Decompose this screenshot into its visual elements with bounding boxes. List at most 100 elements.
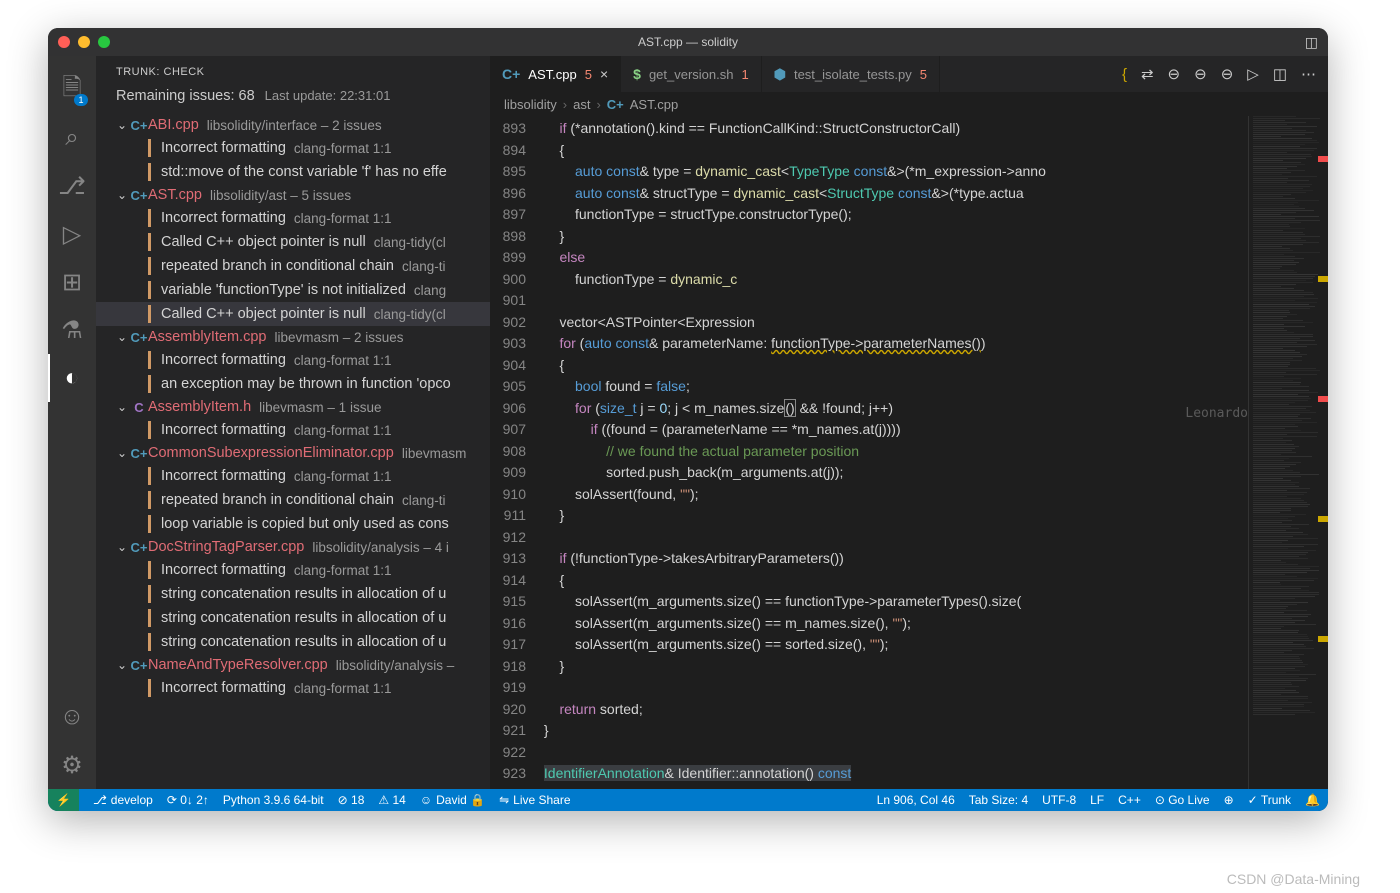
file-row[interactable]: ⌄C+CommonSubexpressionEliminator.cpplibe… <box>96 442 490 464</box>
problems-errors[interactable]: ⊘ 18 <box>338 793 365 807</box>
compare-icon[interactable]: ⇄ <box>1141 65 1154 83</box>
code-content[interactable]: if (*annotation().kind == FunctionCallKi… <box>540 116 1248 789</box>
issue-source: clang-format 1:1 <box>294 563 392 578</box>
issue-row[interactable]: Incorrect formattingclang-format 1:1 <box>96 136 490 160</box>
liveshare[interactable]: ⇋ Live Share <box>499 793 570 807</box>
issue-message: Incorrect formatting <box>161 680 286 696</box>
close-icon[interactable]: × <box>600 66 608 82</box>
settings-gear-icon[interactable]: ⚙ <box>48 741 96 789</box>
editor[interactable]: 8938948958968978988999009019029039049059… <box>490 116 1328 789</box>
severity-bar <box>148 585 151 603</box>
encoding[interactable]: UTF-8 <box>1042 793 1076 807</box>
issue-row[interactable]: string concatenation results in allocati… <box>96 606 490 630</box>
copilot-icon[interactable]: ⊕ <box>1224 793 1234 807</box>
issue-row[interactable]: variable 'functionType' is not initializ… <box>96 278 490 302</box>
issue-row[interactable]: string concatenation results in allocati… <box>96 582 490 606</box>
remaining-issues: Remaining issues: 68 <box>116 88 255 104</box>
issue-row[interactable]: loop variable is copied but only used as… <box>96 512 490 536</box>
nav-back-icon[interactable]: ⊖ <box>1168 65 1181 83</box>
file-row[interactable]: ⌄C+DocStringTagParser.cpplibsolidity/ana… <box>96 536 490 558</box>
issue-row[interactable]: Called C++ object pointer is nullclang-t… <box>96 302 490 326</box>
tab-size[interactable]: Tab Size: 4 <box>969 793 1028 807</box>
tab-label: AST.cpp <box>528 67 576 82</box>
python-interpreter[interactable]: Python 3.9.6 64-bit <box>223 793 324 807</box>
tab-badge: 5 <box>920 67 927 82</box>
chevron-right-icon: › <box>596 97 600 112</box>
file-row[interactable]: ⌄C+AssemblyItem.cpplibevmasm – 2 issues <box>96 326 490 348</box>
activity-bar: 🗎1 ⌕ ⎇ ▷ ⊞ ⚗ ◐ ☺ ⚙ <box>48 56 96 789</box>
source-control-icon[interactable]: ⎇ <box>48 162 96 210</box>
issue-message: std::move of the const variable 'f' has … <box>161 164 447 180</box>
breadcrumb-seg[interactable]: libsolidity <box>504 97 557 112</box>
nav-fwd-icon[interactable]: ⊖ <box>1194 65 1207 83</box>
issue-row[interactable]: Incorrect formattingclang-format 1:1 <box>96 418 490 442</box>
run-icon[interactable]: ▷ <box>1247 65 1259 83</box>
file-row[interactable]: ⌄C+AST.cpplibsolidity/ast – 5 issues <box>96 184 490 206</box>
issue-row[interactable]: repeated branch in conditional chainclan… <box>96 254 490 278</box>
issue-tree[interactable]: ⌄C+ABI.cpplibsolidity/interface – 2 issu… <box>96 114 490 789</box>
problems-warnings[interactable]: ⚠ 14 <box>378 793 405 807</box>
go-live[interactable]: ⊙ Go Live <box>1155 793 1210 807</box>
maximize-icon[interactable] <box>98 36 110 48</box>
issue-row[interactable]: Incorrect formattingclang-format 1:1 <box>96 676 490 700</box>
split-icon[interactable]: ◫ <box>1273 65 1287 83</box>
sidebar-title: TRUNK: CHECK <box>96 56 490 84</box>
file-row[interactable]: ⌄CAssemblyItem.hlibevmasm – 1 issue <box>96 396 490 418</box>
issue-message: Incorrect formatting <box>161 210 286 226</box>
traffic-lights <box>58 36 110 48</box>
issue-source: clang-ti <box>402 259 446 274</box>
editor-tab[interactable]: C+AST.cpp5× <box>490 56 621 92</box>
issue-row[interactable]: Incorrect formattingclang-format 1:1 <box>96 464 490 488</box>
breadcrumb-seg[interactable]: ast <box>573 97 590 112</box>
watermark: CSDN @Data-Mining <box>1227 871 1360 887</box>
severity-bar <box>148 163 151 181</box>
testing-icon[interactable]: ⚗ <box>48 306 96 354</box>
breadcrumb[interactable]: libsolidity › ast › C+ AST.cpp <box>490 92 1328 116</box>
nav-fwd2-icon[interactable]: ⊖ <box>1221 65 1234 83</box>
issue-message: string concatenation results in allocati… <box>161 634 446 650</box>
issue-row[interactable]: string concatenation results in allocati… <box>96 630 490 654</box>
git-blame: Leonardo <box>1185 403 1248 425</box>
search-icon[interactable]: ⌕ <box>48 114 96 162</box>
breadcrumb-file[interactable]: AST.cpp <box>630 97 678 112</box>
run-debug-icon[interactable]: ▷ <box>48 210 96 258</box>
file-path: libevmasm – 2 issues <box>274 330 403 345</box>
bracket-icon[interactable]: { <box>1122 66 1127 83</box>
trunk-status[interactable]: ✓ Trunk <box>1248 793 1291 807</box>
issue-row[interactable]: Incorrect formattingclang-format 1:1 <box>96 348 490 372</box>
remote-indicator[interactable]: ⚡ <box>48 789 79 811</box>
notifications-bell-icon[interactable]: 🔔 <box>1305 793 1320 807</box>
minimize-icon[interactable] <box>78 36 90 48</box>
trunk-icon[interactable]: ◐ <box>48 354 96 402</box>
eol[interactable]: LF <box>1090 793 1104 807</box>
file-type-icon: C+ <box>130 540 148 555</box>
editor-tab[interactable]: ⬢test_isolate_tests.py5 <box>762 56 940 92</box>
editor-tab[interactable]: $get_version.sh1 <box>621 56 762 92</box>
layout-icon[interactable]: ◫ <box>1305 34 1318 51</box>
issue-row[interactable]: Incorrect formattingclang-format 1:1 <box>96 558 490 582</box>
chevron-down-icon: ⌄ <box>114 188 130 202</box>
extensions-icon[interactable]: ⊞ <box>48 258 96 306</box>
issue-row[interactable]: std::move of the const variable 'f' has … <box>96 160 490 184</box>
language-mode[interactable]: C++ <box>1118 793 1141 807</box>
git-branch[interactable]: ⎇ develop <box>93 793 153 807</box>
file-path: libsolidity/ast – 5 issues <box>210 188 351 203</box>
issue-row[interactable]: repeated branch in conditional chainclan… <box>96 488 490 512</box>
explorer-icon[interactable]: 🗎1 <box>48 66 96 114</box>
git-sync[interactable]: ⟳ 0↓ 2↑ <box>167 793 209 807</box>
chevron-down-icon: ⌄ <box>114 446 130 460</box>
file-row[interactable]: ⌄C+ABI.cpplibsolidity/interface – 2 issu… <box>96 114 490 136</box>
issue-row[interactable]: an exception may be thrown in function '… <box>96 372 490 396</box>
close-icon[interactable] <box>58 36 70 48</box>
issue-source: clang-format 1:1 <box>294 423 392 438</box>
more-icon[interactable]: ⋯ <box>1301 65 1316 83</box>
issue-row[interactable]: Called C++ object pointer is nullclang-t… <box>96 230 490 254</box>
issue-row[interactable]: Incorrect formattingclang-format 1:1 <box>96 206 490 230</box>
liveshare-user[interactable]: ☺ David 🔒 <box>420 793 485 807</box>
severity-bar <box>148 421 151 439</box>
accounts-icon[interactable]: ☺ <box>48 693 96 741</box>
issue-message: loop variable is copied but only used as… <box>161 516 449 532</box>
cursor-position[interactable]: Ln 906, Col 46 <box>877 793 955 807</box>
minimap[interactable] <box>1248 116 1328 789</box>
file-row[interactable]: ⌄C+NameAndTypeResolver.cpplibsolidity/an… <box>96 654 490 676</box>
